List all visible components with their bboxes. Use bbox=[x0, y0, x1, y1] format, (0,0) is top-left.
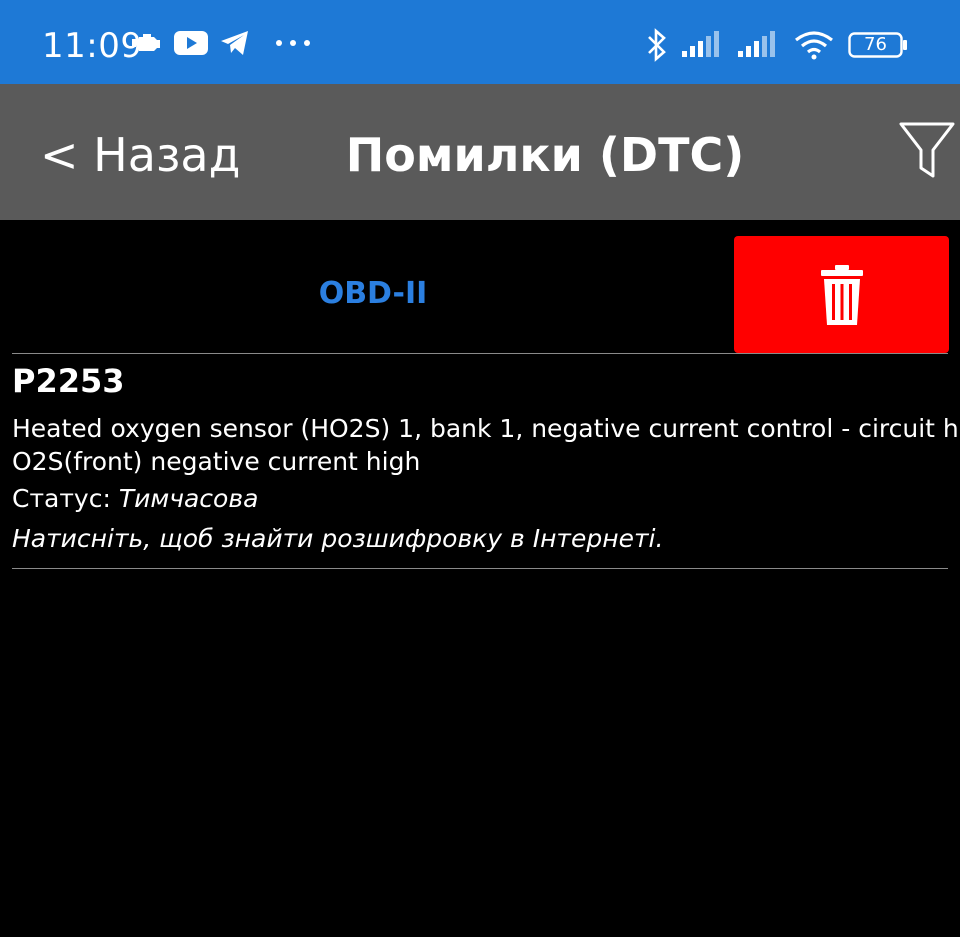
app-toolbar: < Назад Помилки (DTC) bbox=[0, 84, 960, 220]
protocol-label: OBD-II bbox=[318, 276, 428, 311]
dtc-status: Статус: Тимчасова bbox=[12, 484, 258, 513]
back-button[interactable]: < Назад bbox=[40, 128, 240, 182]
battery-icon: 76 bbox=[848, 32, 908, 58]
more-dots-icon bbox=[276, 40, 310, 46]
dtc-status-value: Тимчасова bbox=[118, 484, 259, 513]
dtc-status-label: Статус: bbox=[12, 484, 111, 513]
signal-icon bbox=[738, 31, 775, 57]
status-right-icons: 76 bbox=[646, 28, 908, 62]
trash-icon bbox=[820, 264, 863, 325]
list-item[interactable]: P2253 Heated oxygen sensor (HO2S) 1, ban… bbox=[12, 354, 960, 568]
dtc-code: P2253 bbox=[12, 362, 125, 400]
battery-level: 76 bbox=[864, 34, 887, 55]
dtc-description-line2: O2S(front) negative current high bbox=[12, 447, 421, 476]
dtc-search-hint[interactable]: Натисніть, щоб знайти розшифровку в Інте… bbox=[12, 524, 663, 553]
engine-icon bbox=[132, 34, 160, 51]
delete-button[interactable] bbox=[734, 236, 949, 353]
bluetooth-icon bbox=[648, 28, 666, 62]
youtube-icon bbox=[174, 31, 208, 55]
dtc-description-line1: Heated oxygen sensor (HO2S) 1, bank 1, n… bbox=[12, 414, 960, 443]
divider bbox=[12, 568, 948, 569]
wifi-icon bbox=[795, 31, 833, 60]
signal-icon bbox=[682, 31, 719, 57]
status-time: 11:09 bbox=[42, 26, 143, 66]
filter-icon[interactable] bbox=[898, 120, 956, 182]
dtc-description: Heated oxygen sensor (HO2S) 1, bank 1, n… bbox=[12, 412, 960, 478]
status-bar: 11:09 76 bbox=[0, 0, 960, 84]
telegram-icon bbox=[221, 31, 248, 55]
status-left-icons bbox=[130, 30, 314, 56]
